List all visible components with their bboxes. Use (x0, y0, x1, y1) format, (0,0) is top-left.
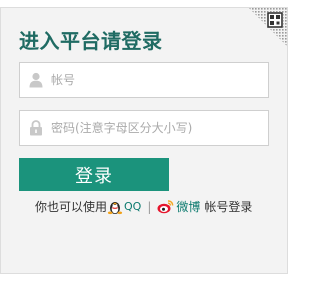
password-input[interactable] (51, 121, 261, 135)
username-field[interactable] (19, 62, 269, 98)
separator: | (147, 199, 152, 214)
password-field[interactable] (19, 110, 269, 146)
user-icon (29, 72, 43, 88)
login-panel: 进入平台请登录 登录 你也可以使用 (0, 7, 288, 274)
alt-login-suffix: 帐号登录 (204, 200, 253, 214)
weibo-login-link[interactable]: 微博 (157, 198, 200, 215)
alt-login-prefix: 你也可以使用 (35, 200, 108, 214)
qq-label: QQ (124, 200, 142, 213)
qq-penguin-icon (107, 201, 123, 214)
login-title: 进入平台请登录 (19, 29, 163, 53)
qr-code-login-toggle[interactable] (249, 8, 287, 46)
weibo-icon (157, 200, 174, 214)
qq-login-link[interactable]: QQ (107, 199, 141, 215)
qr-code-icon (249, 8, 287, 46)
lock-icon (30, 120, 42, 136)
alt-login-row: 你也可以使用 QQ | 微博 帐号登录 (35, 198, 252, 215)
login-button[interactable]: 登录 (19, 158, 169, 191)
weibo-label: 微博 (176, 200, 201, 214)
username-input[interactable] (51, 73, 261, 87)
